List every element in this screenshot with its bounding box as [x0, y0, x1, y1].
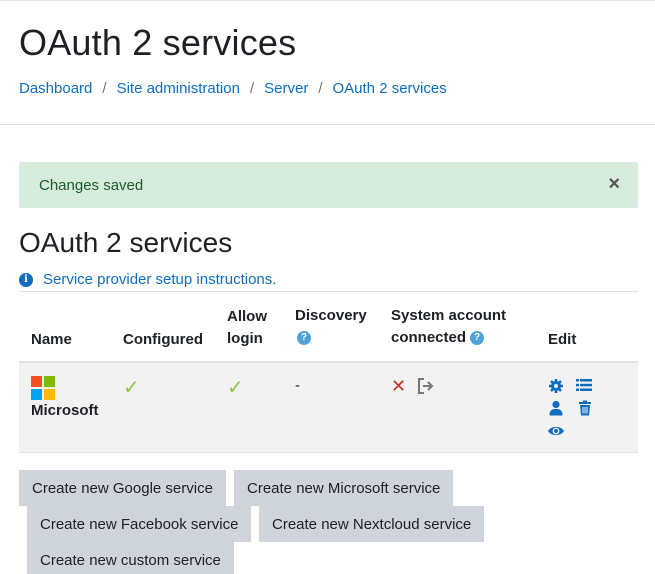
success-alert: Changes saved ×: [19, 162, 638, 208]
create-microsoft-service-button[interactable]: Create new Microsoft service: [234, 470, 454, 506]
header-configured: Configured: [123, 331, 203, 348]
help-icon[interactable]: ?: [297, 331, 311, 346]
header-system-account-line1: System account: [391, 307, 507, 324]
breadcrumb-site-administration[interactable]: Site administration: [117, 80, 240, 97]
create-google-service-button[interactable]: Create new Google service: [19, 470, 226, 506]
close-icon[interactable]: ×: [608, 174, 620, 194]
breadcrumb-server[interactable]: Server: [264, 80, 308, 97]
breadcrumb-separator: /: [318, 80, 323, 97]
allow-login-check-icon: ✓: [227, 377, 244, 399]
breadcrumb-separator: /: [102, 80, 107, 97]
not-connected-cross-icon: ✕: [391, 376, 407, 396]
table-row: Microsoft ✓ ✓ - ✕: [19, 363, 638, 453]
header-discovery: Discovery ?: [295, 305, 367, 349]
section-title: OAuth 2 services: [19, 227, 233, 258]
create-nextcloud-service-button[interactable]: Create new Nextcloud service: [259, 506, 485, 542]
discovery-value: -: [295, 377, 300, 394]
service-name: Microsoft: [31, 402, 99, 419]
page-title: OAuth 2 services: [19, 22, 297, 63]
create-facebook-service-button[interactable]: Create new Facebook service: [27, 506, 252, 542]
setup-instructions: i Service provider setup instructions.: [19, 271, 276, 288]
header-discovery-label: Discovery: [295, 307, 367, 324]
trash-icon[interactable]: [577, 400, 593, 416]
breadcrumb-oauth2-services[interactable]: OAuth 2 services: [333, 80, 447, 97]
setup-instructions-link[interactable]: Service provider setup instructions.: [43, 271, 276, 288]
alert-message: Changes saved: [39, 177, 144, 194]
header-allow-login: Allow login: [227, 306, 267, 350]
header-name: Name: [31, 331, 72, 348]
header-allow-login-line1: Allow: [227, 308, 267, 325]
info-icon: i: [19, 272, 33, 287]
list-icon[interactable]: [576, 377, 592, 393]
connect-system-account-icon[interactable]: [417, 377, 435, 395]
header-allow-login-line2: login: [227, 330, 263, 347]
table-header: Name Configured Allow login Discovery ? …: [19, 291, 638, 363]
gear-icon[interactable]: [548, 378, 564, 394]
user-icon[interactable]: [548, 400, 564, 416]
breadcrumb-dashboard[interactable]: Dashboard: [19, 80, 92, 97]
eye-icon[interactable]: [547, 423, 565, 439]
breadcrumb-separator: /: [249, 80, 255, 97]
create-custom-service-button[interactable]: Create new custom service: [27, 542, 234, 574]
microsoft-logo-icon: [31, 376, 55, 400]
services-table: Name Configured Allow login Discovery ? …: [19, 291, 638, 453]
header-system-account-line2: connected: [391, 329, 467, 346]
top-divider: [0, 0, 655, 1]
header-divider: [0, 124, 655, 125]
breadcrumb: Dashboard / Site administration / Server…: [19, 80, 447, 97]
header-edit: Edit: [548, 331, 577, 348]
help-icon[interactable]: ?: [470, 331, 485, 346]
header-system-account: System account connected?: [391, 305, 506, 349]
configured-check-icon: ✓: [123, 377, 140, 399]
